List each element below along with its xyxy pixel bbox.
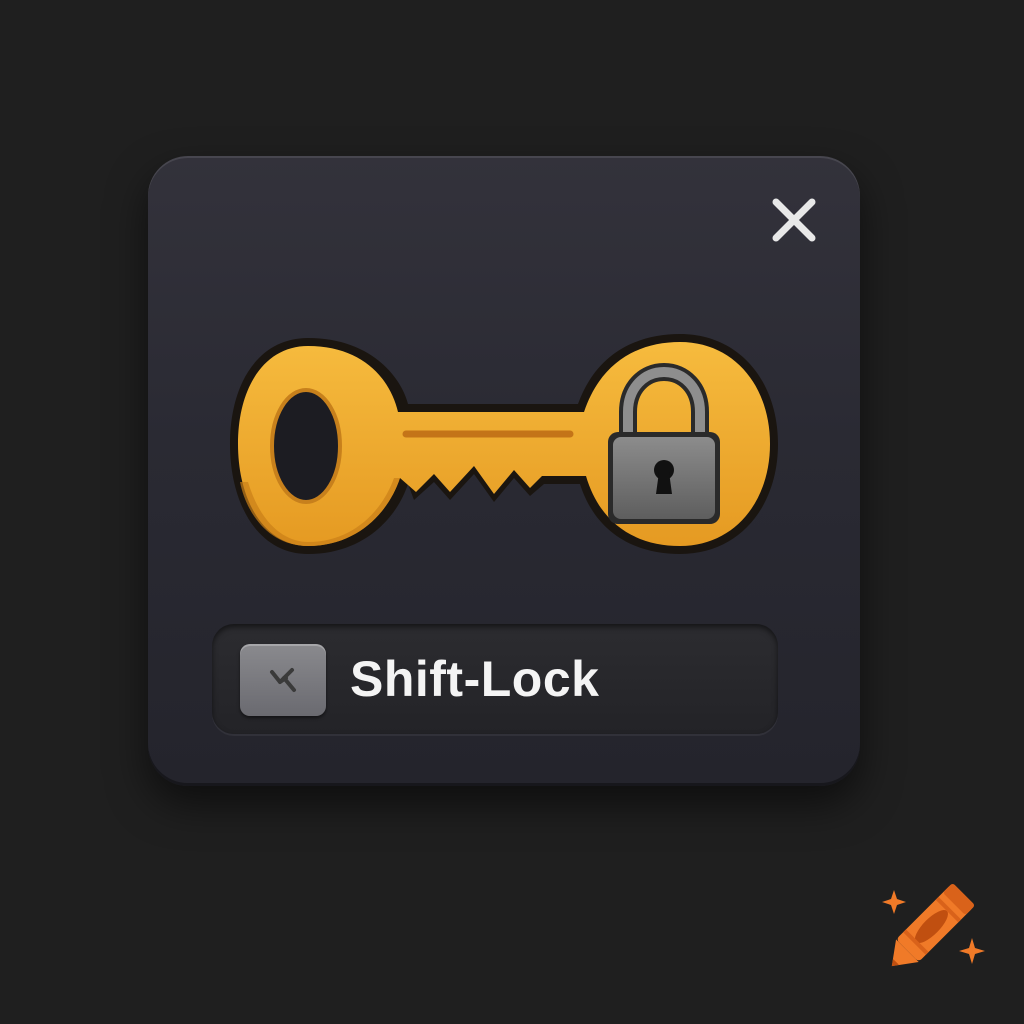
- shift-lock-dialog: Shift-Lock: [148, 156, 860, 786]
- shift-lock-label: Shift-Lock: [350, 651, 600, 707]
- page: Shift-Lock: [0, 0, 1024, 1024]
- key-lock-illustration: [230, 334, 778, 554]
- checkmark-icon: [270, 668, 296, 692]
- shift-lock-toggle[interactable]: Shift-Lock: [212, 624, 778, 734]
- shift-lock-checkbox[interactable]: [240, 644, 326, 716]
- close-icon: [772, 198, 816, 242]
- crayon-logo-icon: [882, 883, 985, 967]
- close-button[interactable]: [766, 192, 822, 248]
